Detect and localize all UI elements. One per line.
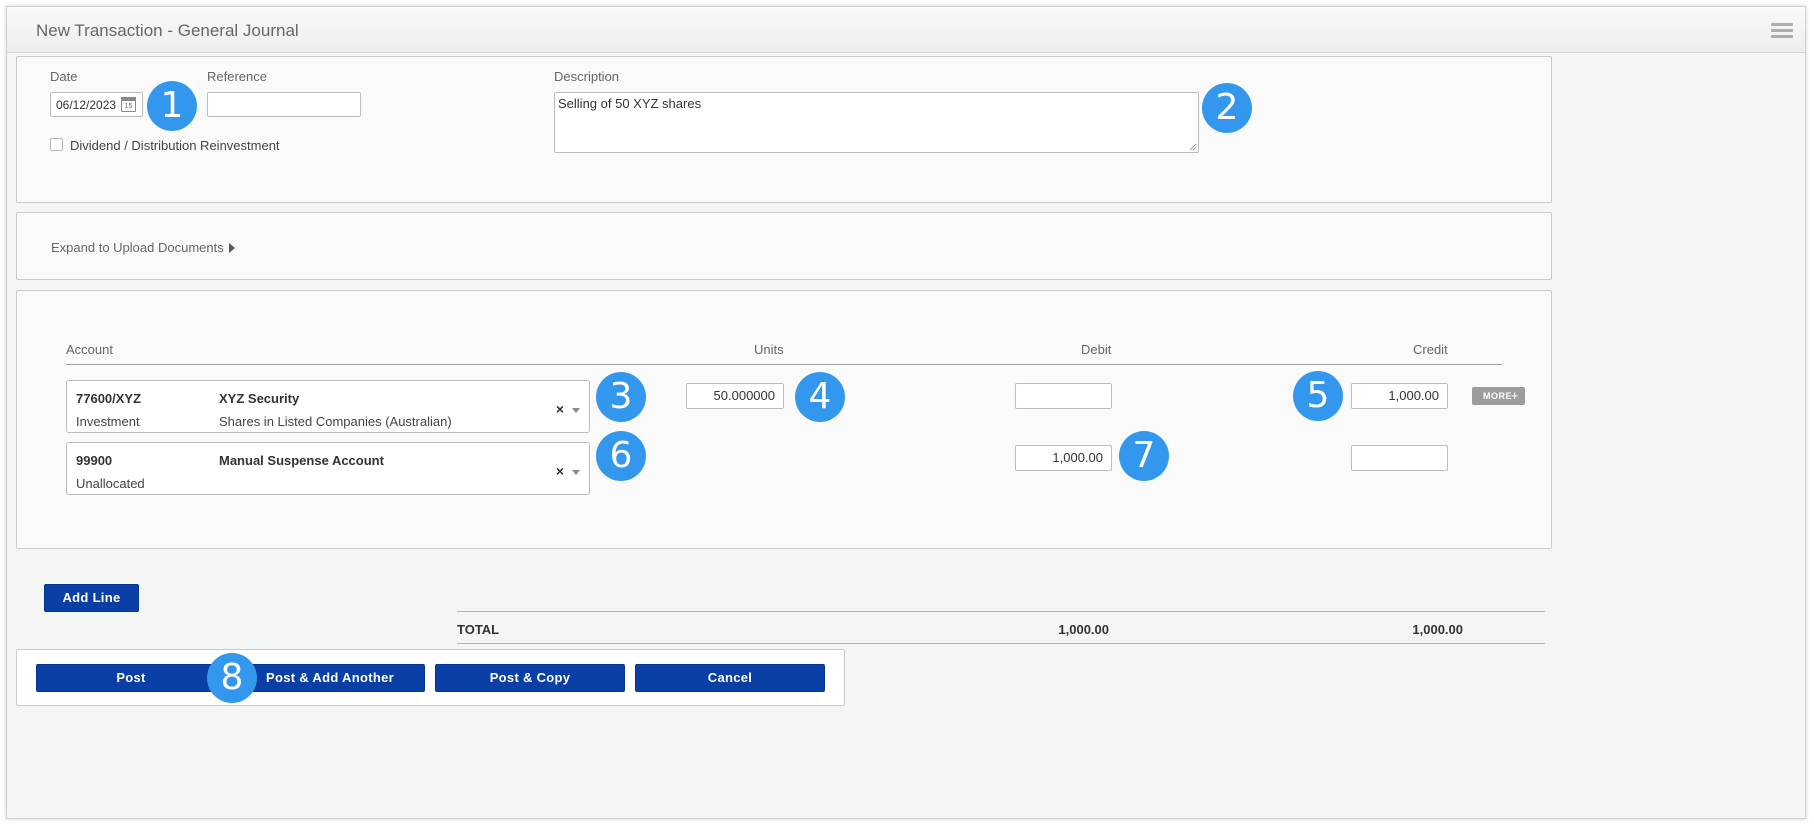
total-debit: 1,000.00 (1058, 622, 1109, 637)
window-title: New Transaction - General Journal (36, 21, 299, 40)
expand-triangle-icon (228, 243, 235, 253)
callout-badge-3: 3 (596, 372, 646, 422)
account-select-row-1[interactable]: 77600/XYZ Investment XYZ Security Shares… (66, 380, 590, 433)
more-button[interactable]: MORE + (1472, 387, 1525, 405)
credit-input-row-2[interactable] (1351, 445, 1448, 471)
add-line-button[interactable]: Add Line (44, 584, 139, 612)
reinvestment-label: Dividend / Distribution Reinvestment (70, 138, 280, 153)
callout-badge-2: 2 (1202, 83, 1252, 133)
resize-grip-icon[interactable] (1189, 143, 1197, 151)
upload-documents-panel: Expand to Upload Documents (16, 212, 1552, 280)
chevron-down-icon[interactable] (572, 470, 580, 475)
account-select-row-2[interactable]: 99900 Unallocated Manual Suspense Accoun… (66, 442, 590, 495)
calendar-icon[interactable]: 15 (121, 97, 136, 112)
header-divider (66, 364, 1502, 365)
cancel-button[interactable]: Cancel (635, 664, 825, 692)
reference-label: Reference (207, 69, 267, 84)
account-type: Investment (76, 414, 140, 429)
totals-top-rule (457, 611, 1545, 612)
clear-icon[interactable]: × (556, 401, 564, 417)
date-label: Date (50, 69, 78, 84)
callout-badge-4: 4 (795, 372, 845, 422)
account-code: 77600/XYZ (76, 391, 142, 406)
total-credit: 1,000.00 (1412, 622, 1463, 637)
reinvestment-checkbox[interactable] (50, 138, 63, 151)
description-textarea[interactable]: Selling of 50 XYZ shares (554, 92, 1199, 153)
action-bar: Post Post & Add Another Post & Copy Canc… (16, 649, 845, 706)
post-add-another-button[interactable]: Post & Add Another (235, 664, 425, 692)
date-value: 06/12/2023 (56, 97, 117, 112)
callout-badge-5: 5 (1293, 371, 1343, 421)
expand-upload-label: Expand to Upload Documents (51, 240, 224, 255)
hamburger-menu-icon[interactable] (1771, 23, 1793, 39)
totals-bottom-rule (457, 643, 1545, 644)
callout-badge-8: 8 (207, 653, 257, 703)
clear-icon[interactable]: × (556, 463, 564, 479)
account-type: Unallocated (76, 476, 145, 491)
chevron-down-icon[interactable] (572, 408, 580, 413)
title-bar: New Transaction - General Journal (7, 7, 1805, 53)
account-description: Shares in Listed Companies (Australian) (219, 414, 452, 429)
description-label: Description (554, 69, 620, 84)
expand-upload-link[interactable]: Expand to Upload Documents (51, 240, 235, 255)
callout-badge-7: 7 (1119, 431, 1169, 481)
description-value: Selling of 50 XYZ shares (558, 96, 702, 111)
post-copy-button[interactable]: Post & Copy (435, 664, 625, 692)
total-label: TOTAL (457, 622, 500, 637)
account-column-header: Account (66, 342, 113, 357)
reference-input[interactable] (207, 92, 361, 117)
plus-icon: + (1510, 388, 1519, 403)
post-button[interactable]: Post (36, 664, 226, 692)
debit-input-row-1[interactable] (1015, 383, 1112, 409)
callout-badge-1: 1 (147, 81, 197, 131)
debit-input-row-2[interactable]: 1,000.00 (1015, 445, 1112, 471)
units-input-row-1[interactable]: 50.000000 (686, 383, 784, 409)
credit-column-header: Credit (1413, 342, 1448, 357)
transaction-details-panel: Date 06/12/2023 15 Reference Dividend / … (16, 56, 1552, 203)
date-field[interactable]: 06/12/2023 15 (50, 92, 143, 117)
account-name: XYZ Security (219, 391, 300, 406)
units-column-header: Units (754, 342, 784, 357)
debit-column-header: Debit (1081, 342, 1112, 357)
journal-window: New Transaction - General Journal Date 0… (6, 6, 1806, 819)
account-code: 99900 (76, 453, 113, 468)
account-name: Manual Suspense Account (219, 453, 384, 468)
credit-input-row-1[interactable]: 1,000.00 (1351, 383, 1448, 409)
callout-badge-6: 6 (596, 431, 646, 481)
